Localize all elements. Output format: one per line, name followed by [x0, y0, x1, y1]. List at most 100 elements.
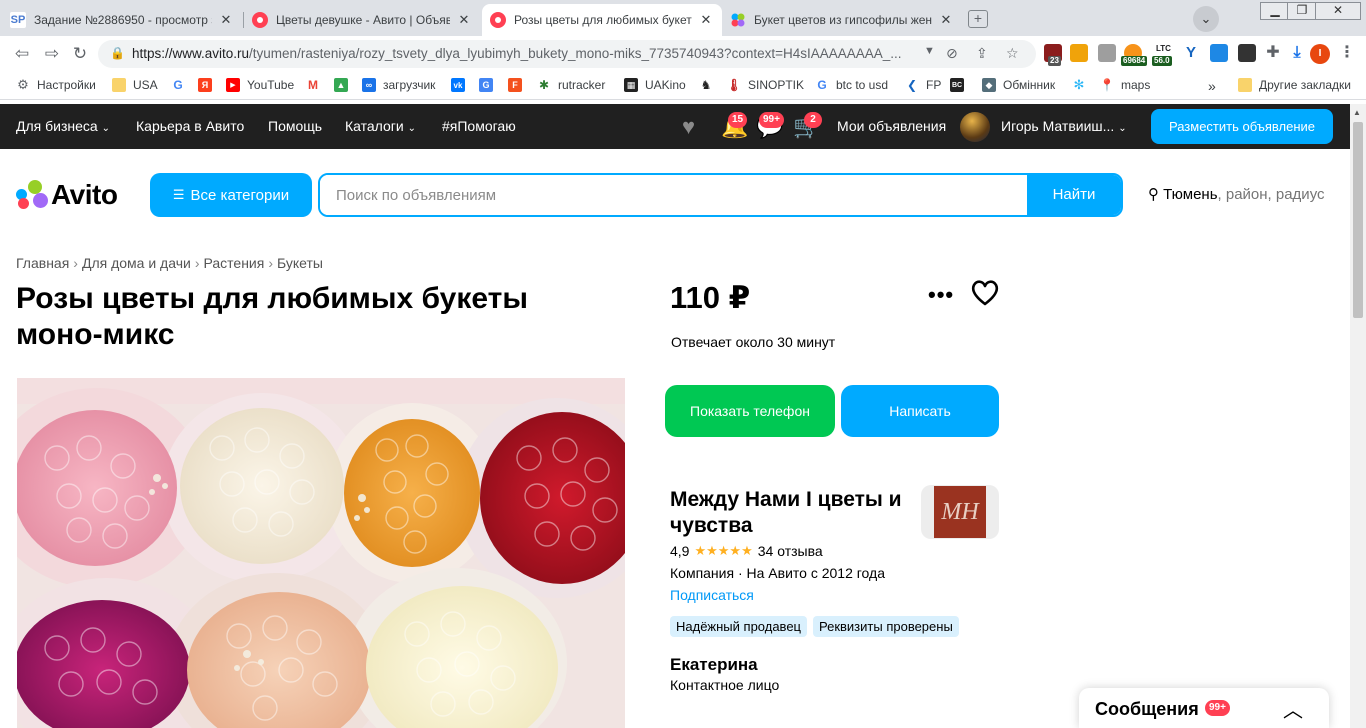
ltc-label: LTC — [1156, 44, 1171, 53]
bookmark-google[interactable]: G — [171, 78, 192, 92]
my-ads-link[interactable]: Мои объявления — [837, 118, 946, 134]
bookmark-sinoptik[interactable]: 🌡 SINOPTIK — [726, 78, 804, 92]
breadcrumb-bouquets[interactable]: Букеты — [277, 255, 323, 271]
help-link[interactable]: Помощь — [268, 118, 322, 134]
seller-name[interactable]: Между Нами I цветы и чувства — [670, 487, 910, 539]
restore-button[interactable]: ❐ — [1287, 2, 1317, 20]
f-app-icon: F — [508, 78, 522, 92]
bookmark-uakino[interactable]: ▦ UAKino — [624, 78, 686, 92]
search-button[interactable]: Найти — [1027, 175, 1121, 215]
briefcase-extension-icon[interactable] — [1098, 44, 1116, 62]
bookmark-f[interactable]: F — [508, 78, 529, 92]
page-scrollbar[interactable]: ▲ — [1350, 104, 1366, 728]
close-window-button[interactable]: ✕ — [1315, 2, 1361, 20]
puzzle-extensions-icon[interactable]: ✚ — [1264, 44, 1282, 62]
verified-requisites-badge[interactable]: Реквизиты проверены — [813, 616, 959, 637]
avatar[interactable] — [960, 112, 990, 142]
exchange-icon: ◆ — [982, 78, 996, 92]
tab-close-icon[interactable]: ✕ — [698, 12, 714, 28]
share-icon[interactable]: ⇪ — [976, 45, 988, 62]
bookmark-snowflake[interactable]: ✻ — [1072, 77, 1093, 92]
profile-avatar[interactable]: I — [1310, 44, 1330, 64]
seller-meta: Компания · На Авито с 2012 года — [670, 565, 885, 581]
browser-tab-3-active[interactable]: Розы цветы для любимых букеты ✕ — [482, 4, 722, 36]
catalogs-link[interactable]: Каталоги ⌄ — [345, 118, 416, 134]
chevron-up-icon[interactable]: ︿ — [1283, 694, 1303, 723]
bookmark-settings[interactable]: ⚙ Настройки — [16, 77, 96, 92]
breadcrumb-plants[interactable]: Растения — [204, 255, 265, 271]
browser-tab-4[interactable]: Букет цветов из гипсофилы жене ✕ — [722, 4, 962, 36]
bc-icon: BC — [950, 78, 964, 92]
search-input[interactable] — [320, 175, 1030, 215]
write-message-button[interactable]: Написать — [841, 385, 999, 437]
seller-logo[interactable]: МН — [921, 485, 999, 539]
reload-icon[interactable]: ↻ — [68, 42, 92, 66]
maps-pin-icon: 📍 — [1099, 78, 1115, 92]
minimize-button[interactable]: ▁ — [1260, 2, 1290, 20]
browser-tab-2[interactable]: Цветы девушке - Авито | Объявле ✕ — [244, 4, 480, 36]
bookmark-maps[interactable]: 📍 maps — [1100, 78, 1150, 92]
bookmark-chess[interactable]: ♞ — [699, 78, 720, 92]
google-icon: G — [815, 78, 829, 92]
forward-arrow-icon[interactable]: ⇨ — [40, 42, 64, 66]
bookmark-btc-to-usd[interactable]: Gbtc to usd — [815, 78, 888, 92]
browser-tab-1[interactable]: SP Задание №2886950 - просмотр з ✕ — [2, 4, 242, 36]
bookmark-rutracker[interactable]: ✱ rutracker — [537, 78, 605, 92]
show-phone-button[interactable]: Показать телефон — [665, 385, 835, 437]
terminal-extension-icon[interactable] — [1238, 44, 1256, 62]
bookmark-fp[interactable]: ❮ FP — [905, 78, 941, 92]
careers-link[interactable]: Карьера в Авито — [136, 118, 244, 134]
bookmark-bc[interactable]: BC — [950, 78, 971, 92]
bookmark-other[interactable]: Другие закладки — [1238, 78, 1351, 92]
avito-logo[interactable]: Avito — [16, 179, 118, 211]
bookmark-youtube[interactable]: ▶ YouTube — [226, 78, 294, 92]
logo-wordmark: Avito — [51, 179, 118, 210]
favorites-heart-icon[interactable]: ♥ — [682, 114, 695, 140]
url-text[interactable]: https://www.avito.ru/tyumen/rasteniya/ro… — [132, 46, 922, 61]
user-menu[interactable]: Игорь Матвииш... ⌄ — [1001, 118, 1127, 134]
breadcrumb-home[interactable]: Главная — [16, 255, 69, 271]
tab-close-icon[interactable]: ✕ — [218, 12, 234, 28]
back-arrow-icon[interactable]: ⇦ — [10, 42, 34, 66]
tab-search-chevron-icon[interactable]: ⌄ — [1193, 6, 1219, 32]
downloads-icon[interactable]: ⤓ — [1288, 44, 1306, 62]
bookmarks-overflow-chevron[interactable]: » — [1208, 78, 1216, 94]
blocked-popup-icon[interactable]: ⊘ — [946, 45, 958, 62]
bookmark-vk[interactable]: vk — [451, 78, 472, 92]
y-extension-icon[interactable]: Y — [1182, 44, 1200, 62]
scroll-up-arrow-icon[interactable]: ▲ — [1353, 108, 1361, 117]
bookmark-yandex[interactable]: Я — [198, 78, 219, 92]
seller-rating[interactable]: 4,9 ★★★★★ 34 отзыва — [670, 543, 823, 559]
bookmark-translate[interactable]: G — [479, 78, 500, 92]
favorite-heart-icon[interactable] — [970, 279, 1000, 312]
all-categories-button[interactable]: ☰ Все категории — [150, 173, 312, 217]
dropdown-triangle-icon[interactable]: ▼ — [924, 45, 935, 57]
download-extension-icon[interactable] — [1210, 44, 1228, 62]
for-business-link[interactable]: Для бизнеса ⌄ — [16, 118, 110, 134]
more-options-icon[interactable]: ••• — [928, 282, 954, 308]
bookmark-drive[interactable]: ▲ — [334, 78, 355, 92]
lion-extension-icon[interactable] — [1070, 44, 1088, 62]
youtube-icon: ▶ — [226, 78, 240, 92]
tab-close-icon[interactable]: ✕ — [938, 12, 954, 28]
address-bar[interactable]: 🔒 https://www.avito.ru/tyumen/rasteniya/… — [98, 40, 1036, 68]
ya-pomogayu-link[interactable]: #яПомогаю — [442, 118, 516, 134]
avito-dots-icon — [16, 180, 48, 210]
post-ad-button[interactable]: Разместить объявление — [1151, 109, 1333, 144]
location-selector[interactable]: ⚲ Тюмень, район, радиус — [1148, 185, 1325, 203]
bookmark-obminnyk[interactable]: ◆ Обмінник — [982, 78, 1055, 92]
scrollbar-thumb[interactable] — [1353, 122, 1363, 318]
bookmark-star-icon[interactable]: ☆ — [1006, 45, 1019, 62]
bookmark-gmail[interactable]: M — [306, 78, 327, 92]
browser-menu-icon[interactable]: ⋮ — [1338, 44, 1356, 62]
messages-widget[interactable]: Сообщения 99+ ︿ — [1079, 688, 1329, 728]
bookmark-usa[interactable]: USA — [112, 78, 158, 92]
listing-photo[interactable] — [17, 378, 625, 728]
reviews-count[interactable]: 34 отзыва — [758, 543, 823, 559]
tab-close-icon[interactable]: ✕ — [456, 12, 472, 28]
subscribe-link[interactable]: Подписаться — [670, 587, 754, 603]
bookmark-downloader[interactable]: ∞ загрузчик — [362, 78, 435, 92]
new-tab-button[interactable]: + — [968, 10, 988, 28]
reliable-seller-badge[interactable]: Надёжный продавец — [670, 616, 807, 637]
breadcrumb-home-garden[interactable]: Для дома и дачи — [82, 255, 191, 271]
